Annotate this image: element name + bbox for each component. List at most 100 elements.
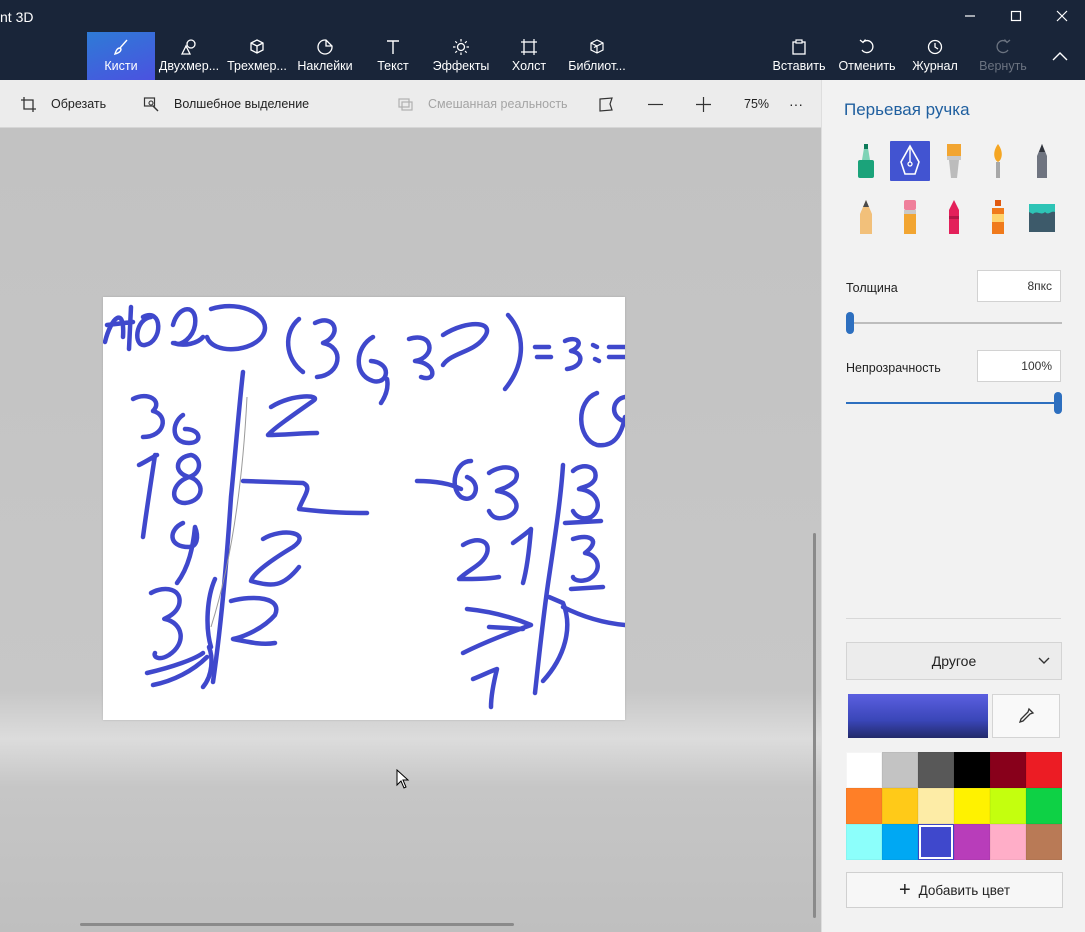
- thickness-slider-track[interactable]: [846, 322, 1062, 324]
- magic-select-label: Волшебное выделение: [174, 97, 310, 111]
- crop-button[interactable]: Обрезать: [20, 80, 106, 128]
- sticker-icon: [317, 39, 333, 55]
- zoom-level[interactable]: 75%: [744, 80, 769, 128]
- color-swatch[interactable]: [918, 824, 954, 860]
- brush-settings-panel: Перьевая ручка Толщина 8пкс Непрозрачнос…: [821, 80, 1085, 932]
- crayon-button[interactable]: [934, 197, 974, 237]
- magic-select-button[interactable]: Волшебное выделение: [143, 80, 309, 128]
- opacity-slider-thumb[interactable]: [1054, 392, 1062, 414]
- eyedropper-button[interactable]: [992, 694, 1060, 738]
- zoom-in-button[interactable]: [695, 80, 712, 128]
- color-swatch[interactable]: [918, 788, 954, 824]
- spray-can-button[interactable]: [978, 197, 1018, 237]
- color-swatch[interactable]: [882, 752, 918, 788]
- thickness-slider-thumb[interactable]: [846, 312, 854, 334]
- tab-effects[interactable]: Эффекты: [427, 32, 495, 80]
- color-swatch[interactable]: [954, 752, 990, 788]
- marker-brush-button[interactable]: [846, 141, 886, 181]
- eraser-icon: [904, 200, 916, 234]
- paste-button[interactable]: Вставить: [770, 32, 828, 80]
- oil-brush-button[interactable]: [934, 141, 974, 181]
- tab-text-label: Текст: [377, 59, 409, 73]
- close-icon: [1056, 10, 1068, 22]
- magic-select-icon: [143, 96, 159, 111]
- minimize-button[interactable]: [947, 0, 993, 32]
- maximize-icon: [1010, 10, 1022, 22]
- secondary-toolbar: Обрезать Волшебное выделение Смешанная р…: [0, 80, 821, 128]
- tab-brushes[interactable]: Кисти: [87, 32, 155, 80]
- collapse-ribbon-button[interactable]: [1038, 40, 1082, 72]
- spray-can-icon: [992, 200, 1004, 234]
- mixed-reality-button[interactable]: Смешанная реальность: [397, 80, 568, 128]
- view-flag-icon: [599, 96, 613, 112]
- history-label: Журнал: [912, 59, 958, 73]
- view-3d-button[interactable]: [598, 80, 615, 128]
- plus-icon: +: [898, 879, 911, 901]
- tab-canvas[interactable]: Холст: [495, 32, 563, 80]
- color-swatch[interactable]: [1026, 824, 1062, 860]
- drawing-canvas[interactable]: [103, 297, 625, 720]
- workspace[interactable]: [0, 128, 821, 932]
- color-swatch[interactable]: [990, 824, 1026, 860]
- tab-stickers[interactable]: Наклейки: [291, 32, 359, 80]
- color-type-label: Другое: [931, 653, 977, 669]
- color-swatch[interactable]: [954, 788, 990, 824]
- handwritten-drawing: [103, 303, 625, 710]
- tab-2d-shapes[interactable]: Двухмер...: [155, 32, 223, 80]
- vertical-scrollbar[interactable]: [813, 533, 816, 918]
- crop-label: Обрезать: [51, 97, 107, 111]
- horizontal-scrollbar[interactable]: [80, 923, 514, 926]
- redo-icon: [996, 39, 1011, 54]
- tab-3d-shapes[interactable]: Трехмер...: [223, 32, 291, 80]
- shapes-2d-icon: [180, 39, 196, 55]
- tab-brushes-label: Кисти: [104, 59, 138, 73]
- zoom-out-button[interactable]: [647, 80, 664, 128]
- thickness-input[interactable]: 8пкс: [977, 270, 1061, 302]
- current-color-preview[interactable]: [848, 694, 988, 738]
- add-color-button[interactable]: + Добавить цвет: [846, 872, 1063, 908]
- fill-bucket-button[interactable]: [1022, 197, 1062, 237]
- undo-button[interactable]: Отменить: [836, 32, 898, 80]
- tab-effects-label: Эффекты: [432, 59, 490, 73]
- color-swatch[interactable]: [990, 788, 1026, 824]
- app-title: nt 3D: [0, 9, 34, 25]
- mixed-reality-label: Смешанная реальность: [428, 97, 568, 111]
- maximize-button[interactable]: [993, 0, 1039, 32]
- color-swatch[interactable]: [918, 752, 954, 788]
- title-bar: nt 3D Кисти Двухмер... Трехмер... Наклей…: [0, 0, 1085, 80]
- pixel-pen-icon: [1037, 144, 1047, 178]
- history-button[interactable]: Журнал: [906, 32, 964, 80]
- paste-label: Вставить: [772, 59, 826, 73]
- effects-sun-icon: [453, 39, 469, 55]
- thickness-label: Толщина: [846, 281, 898, 295]
- color-swatch[interactable]: [1026, 788, 1062, 824]
- close-button[interactable]: [1039, 0, 1085, 32]
- more-options-button[interactable]: ···: [789, 80, 803, 128]
- color-swatch[interactable]: [846, 788, 882, 824]
- mouse-cursor-icon: [396, 769, 410, 789]
- pencil-button[interactable]: [846, 197, 886, 237]
- marker-icon: [858, 144, 874, 178]
- eraser-button[interactable]: [890, 197, 930, 237]
- color-swatch[interactable]: [882, 788, 918, 824]
- color-swatch[interactable]: [846, 752, 882, 788]
- color-swatch[interactable]: [954, 824, 990, 860]
- panel-title: Перьевая ручка: [844, 100, 970, 119]
- color-swatch[interactable]: [846, 824, 882, 860]
- redo-button[interactable]: Вернуть: [974, 32, 1032, 80]
- minimize-icon: [965, 15, 975, 17]
- paste-icon: [792, 39, 806, 55]
- color-swatch[interactable]: [1026, 752, 1062, 788]
- opacity-input[interactable]: 100%: [977, 350, 1061, 382]
- pencil-icon: [860, 200, 872, 234]
- watercolor-brush-button[interactable]: [978, 141, 1018, 181]
- mixed-reality-icon: [398, 97, 413, 111]
- pixel-pen-button[interactable]: [1022, 141, 1062, 181]
- tab-library[interactable]: Библиот...: [563, 32, 631, 80]
- color-type-dropdown[interactable]: Другое: [846, 642, 1062, 680]
- color-swatch[interactable]: [990, 752, 1026, 788]
- tab-text[interactable]: Текст: [359, 32, 427, 80]
- calligraphy-pen-button[interactable]: [890, 141, 930, 181]
- color-swatch[interactable]: [882, 824, 918, 860]
- crayon-icon: [949, 200, 959, 234]
